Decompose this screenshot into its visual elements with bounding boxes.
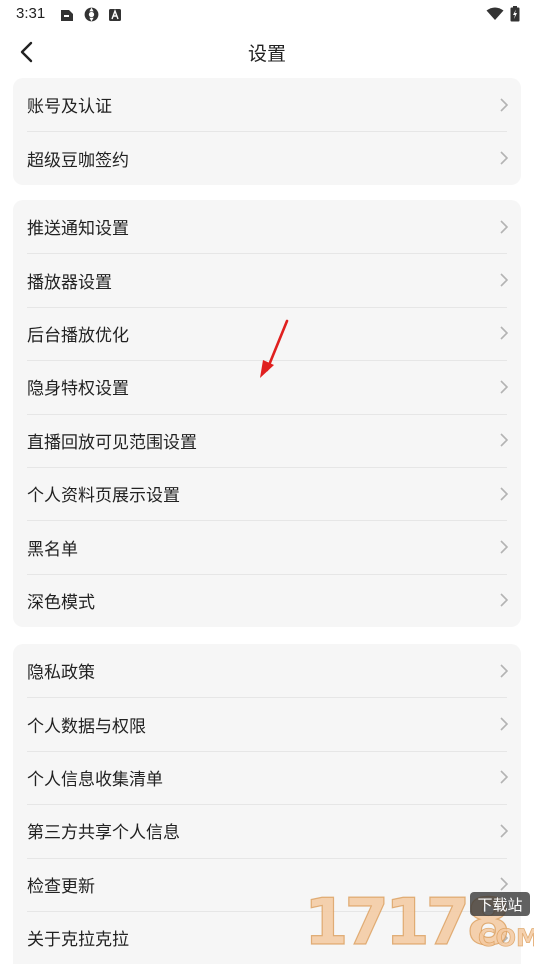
- chevron-right-icon: [500, 487, 509, 501]
- row-label: 播放器设置: [27, 272, 112, 293]
- row-label: 隐身特权设置: [27, 379, 129, 400]
- chevron-right-icon: [500, 877, 509, 891]
- chevron-right-icon: [500, 433, 509, 447]
- settings-row-blacklist[interactable]: 黑名单: [13, 520, 521, 573]
- notification-app-icon: [61, 9, 73, 21]
- chevron-right-icon: [500, 824, 509, 838]
- row-label: 后台播放优化: [27, 325, 129, 346]
- chevron-right-icon: [500, 717, 509, 731]
- settings-group-preferences: 推送通知设置 播放器设置 后台播放优化 隐身特权设置 直播回放可见范围设置 个人…: [13, 200, 521, 628]
- settings-row-replay-visibility[interactable]: 直播回放可见范围设置: [13, 413, 521, 467]
- sync-icon: [84, 7, 99, 22]
- status-bar: 3:31: [0, 0, 534, 28]
- settings-row-super-douka[interactable]: 超级豆咖签约: [13, 131, 521, 184]
- chevron-right-icon: [500, 98, 509, 112]
- row-label: 隐私政策: [27, 663, 95, 684]
- chevron-right-icon: [500, 151, 509, 165]
- settings-row-dark-mode[interactable]: 深色模式: [13, 573, 521, 627]
- row-label: 直播回放可见范围设置: [27, 432, 197, 453]
- settings-row-profile-display[interactable]: 个人资料页展示设置: [13, 466, 521, 520]
- settings-row-info-collection-list[interactable]: 个人信息收集清单: [13, 750, 521, 804]
- battery-charging-icon: [510, 6, 520, 22]
- row-label: 个人信息收集清单: [27, 769, 163, 790]
- settings-row-player[interactable]: 播放器设置: [13, 253, 521, 306]
- row-label: 个人数据与权限: [27, 716, 146, 737]
- row-label: 第三方共享个人信息: [27, 823, 180, 844]
- chevron-right-icon: [500, 770, 509, 785]
- row-label: 推送通知设置: [27, 219, 129, 240]
- settings-group-account: 账号及认证 超级豆咖签约: [13, 78, 521, 185]
- settings-row-about[interactable]: 关于克拉克拉: [13, 910, 521, 964]
- settings-row-invisible-privilege[interactable]: 隐身特权设置: [13, 360, 521, 413]
- row-label: 超级豆咖签约: [27, 150, 129, 171]
- status-icons-left: [59, 6, 122, 23]
- chevron-right-icon: [500, 326, 509, 341]
- chevron-right-icon: [500, 593, 509, 607]
- chevron-right-icon: [500, 220, 509, 234]
- settings-row-background-playback[interactable]: 后台播放优化: [13, 306, 521, 360]
- settings-row-check-update[interactable]: 检查更新: [13, 857, 521, 911]
- settings-row-push-notification[interactable]: 推送通知设置: [13, 200, 521, 253]
- row-label: 深色模式: [27, 592, 95, 613]
- chevron-right-icon: [500, 931, 509, 945]
- chevron-right-icon: [500, 380, 509, 394]
- settings-row-account-verification[interactable]: 账号及认证: [13, 78, 521, 131]
- row-label: 账号及认证: [27, 97, 112, 118]
- chevron-right-icon: [500, 273, 509, 287]
- row-label: 检查更新: [27, 876, 95, 897]
- chevron-right-icon: [500, 540, 509, 554]
- row-label: 个人资料页展示设置: [27, 486, 180, 507]
- a-badge-icon: [109, 8, 121, 21]
- page-title: 设置: [247, 43, 286, 65]
- settings-row-third-party-sharing[interactable]: 第三方共享个人信息: [13, 804, 521, 857]
- settings-row-privacy-policy[interactable]: 隐私政策: [13, 644, 521, 697]
- status-time: 3:31: [16, 5, 46, 22]
- row-label: 黑名单: [27, 539, 78, 560]
- nav-bar: 设置: [0, 30, 534, 74]
- settings-row-personal-data-permissions[interactable]: 个人数据与权限: [13, 697, 521, 750]
- wifi-icon: [486, 7, 504, 20]
- status-icons-right: [486, 6, 520, 22]
- settings-group-privacy: 隐私政策 个人数据与权限 个人信息收集清单 第三方共享个人信息 检查更新 关于克…: [13, 644, 521, 964]
- row-label: 关于克拉克拉: [27, 930, 129, 951]
- chevron-right-icon: [500, 664, 509, 678]
